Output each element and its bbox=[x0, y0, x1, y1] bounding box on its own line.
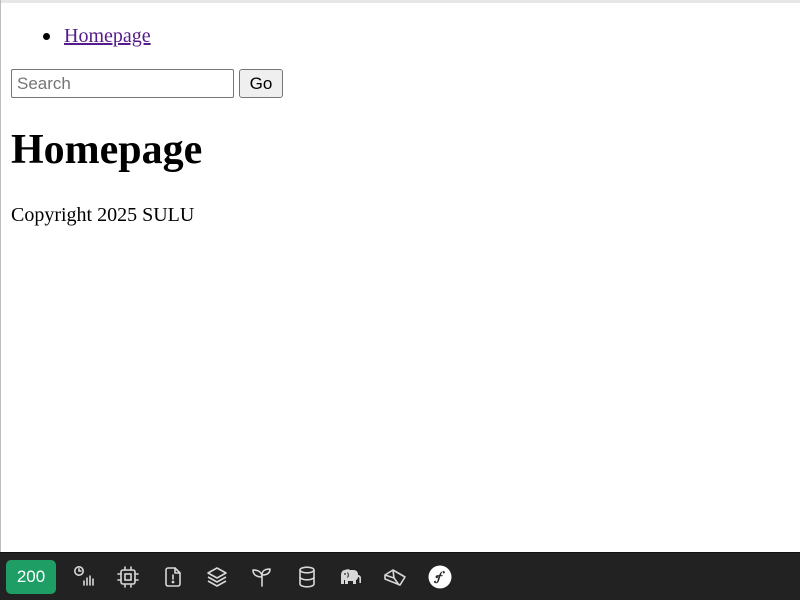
events-sprout-icon[interactable] bbox=[250, 565, 274, 589]
list-bullet bbox=[43, 33, 50, 40]
mailer-icon[interactable] bbox=[383, 565, 407, 589]
window-left-border bbox=[0, 0, 1, 600]
search-form: Go bbox=[11, 69, 283, 98]
request-timer-icon[interactable] bbox=[72, 565, 96, 589]
cache-layers-icon[interactable] bbox=[205, 565, 229, 589]
debug-toolbar: 200 bbox=[0, 552, 800, 600]
page-title: Homepage bbox=[11, 127, 203, 173]
go-button[interactable]: Go bbox=[239, 69, 283, 98]
homepage-link[interactable]: Homepage bbox=[64, 25, 151, 47]
status-code-badge[interactable]: 200 bbox=[6, 560, 56, 594]
search-input[interactable] bbox=[11, 69, 234, 98]
nav-item-homepage: Homepage bbox=[0, 23, 151, 49]
logs-warning-icon[interactable] bbox=[161, 565, 185, 589]
database-icon[interactable] bbox=[295, 565, 319, 589]
window-top-border bbox=[0, 0, 800, 3]
memory-chip-icon[interactable] bbox=[116, 565, 140, 589]
main-navigation: Homepage bbox=[0, 23, 151, 49]
copyright-text: Copyright 2025 SULU bbox=[11, 204, 195, 226]
symfony-logo-icon[interactable] bbox=[428, 565, 452, 589]
php-elephant-icon[interactable] bbox=[339, 565, 363, 589]
